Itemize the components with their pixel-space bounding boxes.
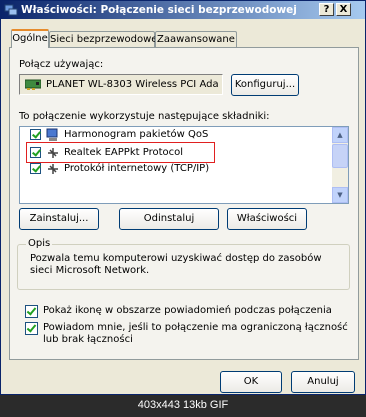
image-info-bar: 403x443 13kb GIF [0,395,366,417]
component-checkbox[interactable] [30,129,41,140]
highlight-annotation [26,142,215,163]
component-label: Protokół internetowy (TCP/IP) [64,163,210,174]
show-icon-checkbox[interactable] [25,305,38,318]
uninstall-button[interactable]: Odinstaluj [119,208,219,230]
cancel-button[interactable]: Anuluj [291,371,355,393]
description-caption: Opis [26,238,53,249]
help-button[interactable]: ? [319,3,334,16]
ok-button[interactable]: OK [220,371,282,393]
components-list[interactable]: Harmonogram pakietów QoS Realtek EAPPkt … [19,126,349,204]
show-icon-label: Pokaż ikonę w obszarze powiadomień podcz… [43,305,332,316]
close-button[interactable]: X [336,3,351,16]
notify-limited-checkbox[interactable] [25,322,38,335]
network-card-icon [25,79,41,90]
network-service-icon [46,128,58,141]
properties-dialog: Właściwości: Połączenie sieci bezprzewod… [0,0,366,395]
title-bar[interactable]: Właściwości: Połączenie sieci bezprzewod… [1,1,365,19]
list-item[interactable]: Protokół internetowy (TCP/IP) [20,161,332,177]
adapter-field: PLANET WL-8303 Wireless PCI Ada [19,74,223,95]
description-group: Opis Pozwala temu komputerowi uzyskiwać … [17,238,350,290]
adapter-name: PLANET WL-8303 Wireless PCI Ada [46,79,219,90]
install-button[interactable]: Zainstaluj... [19,208,99,230]
configure-button[interactable]: Konfiguruj... [231,74,299,96]
scroll-down-icon[interactable]: ▼ [332,187,348,203]
scroll-up-icon[interactable]: ▲ [332,127,348,143]
window-title: Właściwości: Połączenie sieci bezprzewod… [21,4,297,16]
scroll-thumb[interactable] [332,144,348,168]
tab-wireless-networks[interactable]: Sieci bezprzewodowe [49,31,157,47]
tab-general[interactable]: Ogólne [11,29,49,48]
list-scrollbar[interactable]: ▲ ▼ [332,127,348,203]
components-label: To połączenie wykorzystuje następujące s… [19,111,270,122]
description-text: Pozwala temu komputerowi uzyskiwać dostę… [30,253,322,276]
component-label: Harmonogram pakietów QoS [64,129,209,140]
tab-advanced[interactable]: Zaawansowane [155,31,237,47]
protocol-icon [48,164,58,174]
connect-using-label: Połącz używając: [19,59,104,70]
notify-limited-label: Powiadom mnie, jeśli to połączenie ma og… [43,322,348,345]
properties-button[interactable]: Właściwości [227,208,307,230]
list-item[interactable]: Harmonogram pakietów QoS [20,127,332,143]
network-connection-icon [4,4,18,16]
component-checkbox[interactable] [30,163,41,174]
